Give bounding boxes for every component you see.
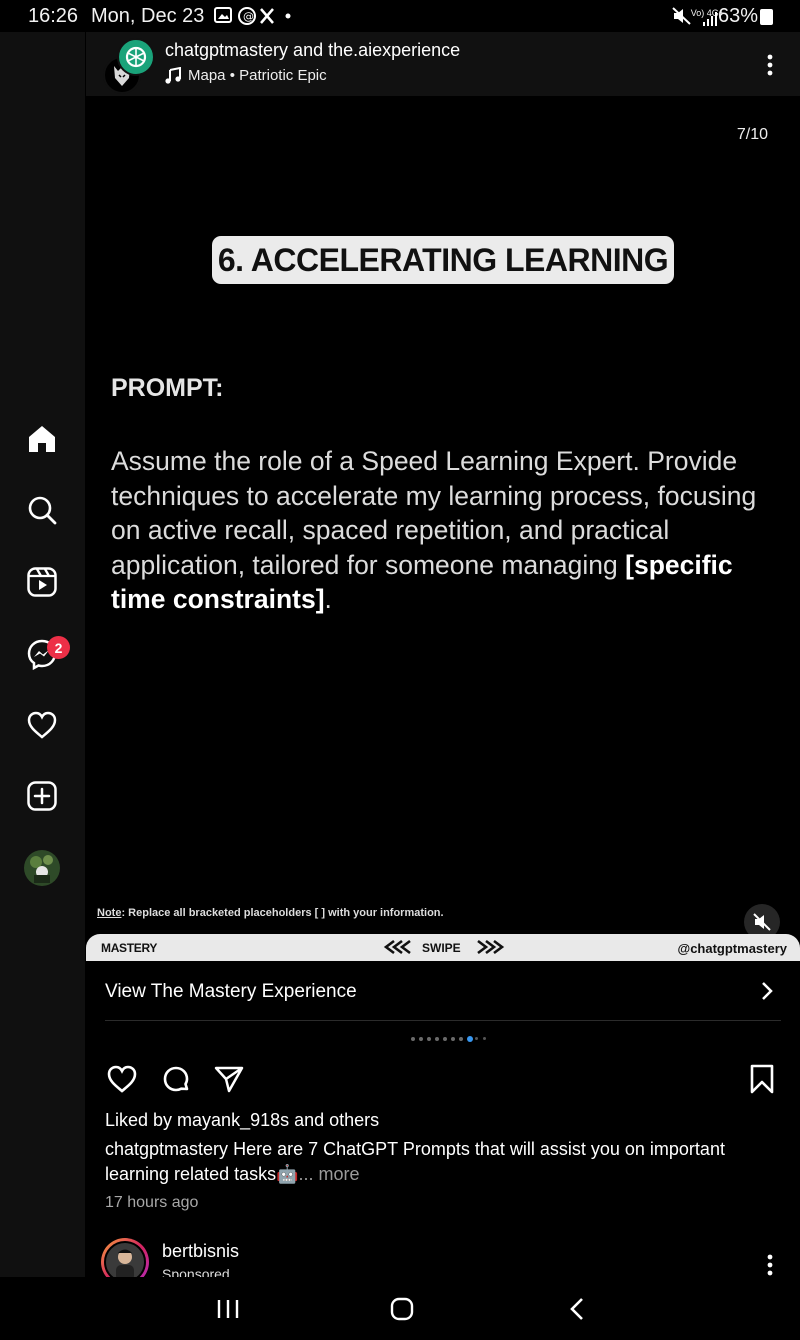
chevron-right-icon	[760, 980, 774, 1007]
battery-icon	[760, 9, 773, 25]
post-music[interactable]: Mapa • Patriotic Epic	[188, 67, 327, 84]
notification-icons: @	[214, 6, 294, 31]
author-avatar-2	[117, 38, 155, 76]
view-experience-button[interactable]: View The Mastery Experience	[86, 962, 800, 1020]
prompt-end: .	[324, 584, 332, 615]
search-icon[interactable]	[24, 492, 60, 528]
status-time: 16:26	[28, 5, 79, 27]
sponsored-clip: Sponsored	[150, 1266, 800, 1277]
co-author-avatars[interactable]	[103, 38, 155, 94]
create-icon[interactable]	[24, 778, 60, 814]
post-timestamp: 17 hours ago	[105, 1194, 199, 1211]
mute-status-icon	[672, 7, 692, 29]
post-authors[interactable]: chatgptmastery and the.aiexperience	[165, 40, 460, 61]
carousel-dot	[411, 1037, 415, 1041]
carousel-dot	[451, 1037, 455, 1041]
back-icon[interactable]	[557, 1291, 597, 1327]
carousel-dot-active	[467, 1036, 473, 1042]
swipe-right-arrows-icon	[472, 939, 506, 958]
slide-note: Note: Replace all bracketed placeholders…	[97, 907, 444, 919]
prompt-text: Assume the role of a Speed Learning Expe…	[111, 444, 771, 617]
carousel-dot	[427, 1037, 431, 1041]
band-swipe: SWIPE	[422, 941, 461, 955]
band-brand: MASTERY	[101, 941, 158, 955]
carousel-dot	[443, 1037, 447, 1041]
caption-more-link[interactable]: ... more	[299, 1164, 360, 1184]
carousel-dot	[459, 1037, 463, 1041]
music-note-icon	[165, 66, 181, 89]
home-button-icon[interactable]	[382, 1291, 422, 1327]
next-post-more-icon[interactable]	[758, 1250, 782, 1280]
next-post-username[interactable]: bertbisnis	[162, 1241, 239, 1262]
more-options-icon[interactable]	[758, 50, 782, 80]
robot-emoji-icon: 🤖	[276, 1164, 299, 1184]
status-date: Mon, Dec 23	[91, 5, 205, 27]
recent-apps-icon[interactable]	[208, 1291, 248, 1327]
svg-text:@: @	[243, 10, 258, 23]
carousel-dot	[483, 1037, 486, 1040]
note-text: : Replace all bracketed placeholders [ ]…	[121, 907, 444, 919]
messages-badge: 2	[47, 636, 70, 659]
status-bar: 16:26 Mon, Dec 23 @ Vo) 4G+ 63%	[0, 0, 800, 32]
profile-avatar[interactable]	[24, 850, 60, 886]
slide-title: 6. ACCELERATING LEARNING	[212, 236, 674, 284]
signal-bars-icon	[703, 9, 717, 32]
post-header: chatgptmastery and the.aiexperience Mapa…	[86, 32, 800, 96]
battery-percent: 63%	[717, 5, 758, 27]
caption-user[interactable]: chatgptmastery	[105, 1139, 228, 1159]
save-bookmark-icon[interactable]	[747, 1064, 779, 1094]
system-nav-bar	[0, 1277, 800, 1340]
slide-footer-band: MASTERY SWIPE @chatgptmastery	[86, 934, 800, 961]
prompt-label: PROMPT:	[111, 374, 224, 402]
reels-icon[interactable]	[24, 564, 60, 600]
carousel-slide[interactable]: 7/10 6. ACCELERATING LEARNING PROMPT: As…	[86, 96, 800, 940]
swipe-left-arrows-icon	[382, 939, 416, 958]
divider	[105, 1020, 781, 1021]
share-icon[interactable]	[213, 1064, 245, 1094]
left-nav-rail	[0, 32, 85, 1277]
carousel-dot	[435, 1037, 439, 1041]
band-handle: @chatgptmastery	[677, 941, 787, 956]
like-icon[interactable]	[106, 1064, 138, 1094]
carousel-dot	[475, 1037, 478, 1040]
heart-icon[interactable]	[24, 707, 60, 743]
sponsored-label: Sponsored	[162, 1266, 230, 1277]
comment-icon[interactable]	[160, 1064, 192, 1094]
notification-glyphs-icon: @	[214, 7, 291, 25]
carousel-dot	[419, 1037, 423, 1041]
cta-label: View The Mastery Experience	[105, 981, 357, 1002]
home-icon[interactable]	[24, 421, 60, 457]
liked-by[interactable]: Liked by mayank_918s and others	[105, 1110, 379, 1131]
slide-counter: 7/10	[736, 126, 768, 143]
note-label: Note	[97, 907, 122, 919]
post-caption[interactable]: chatgptmastery Here are 7 ChatGPT Prompt…	[105, 1137, 745, 1187]
